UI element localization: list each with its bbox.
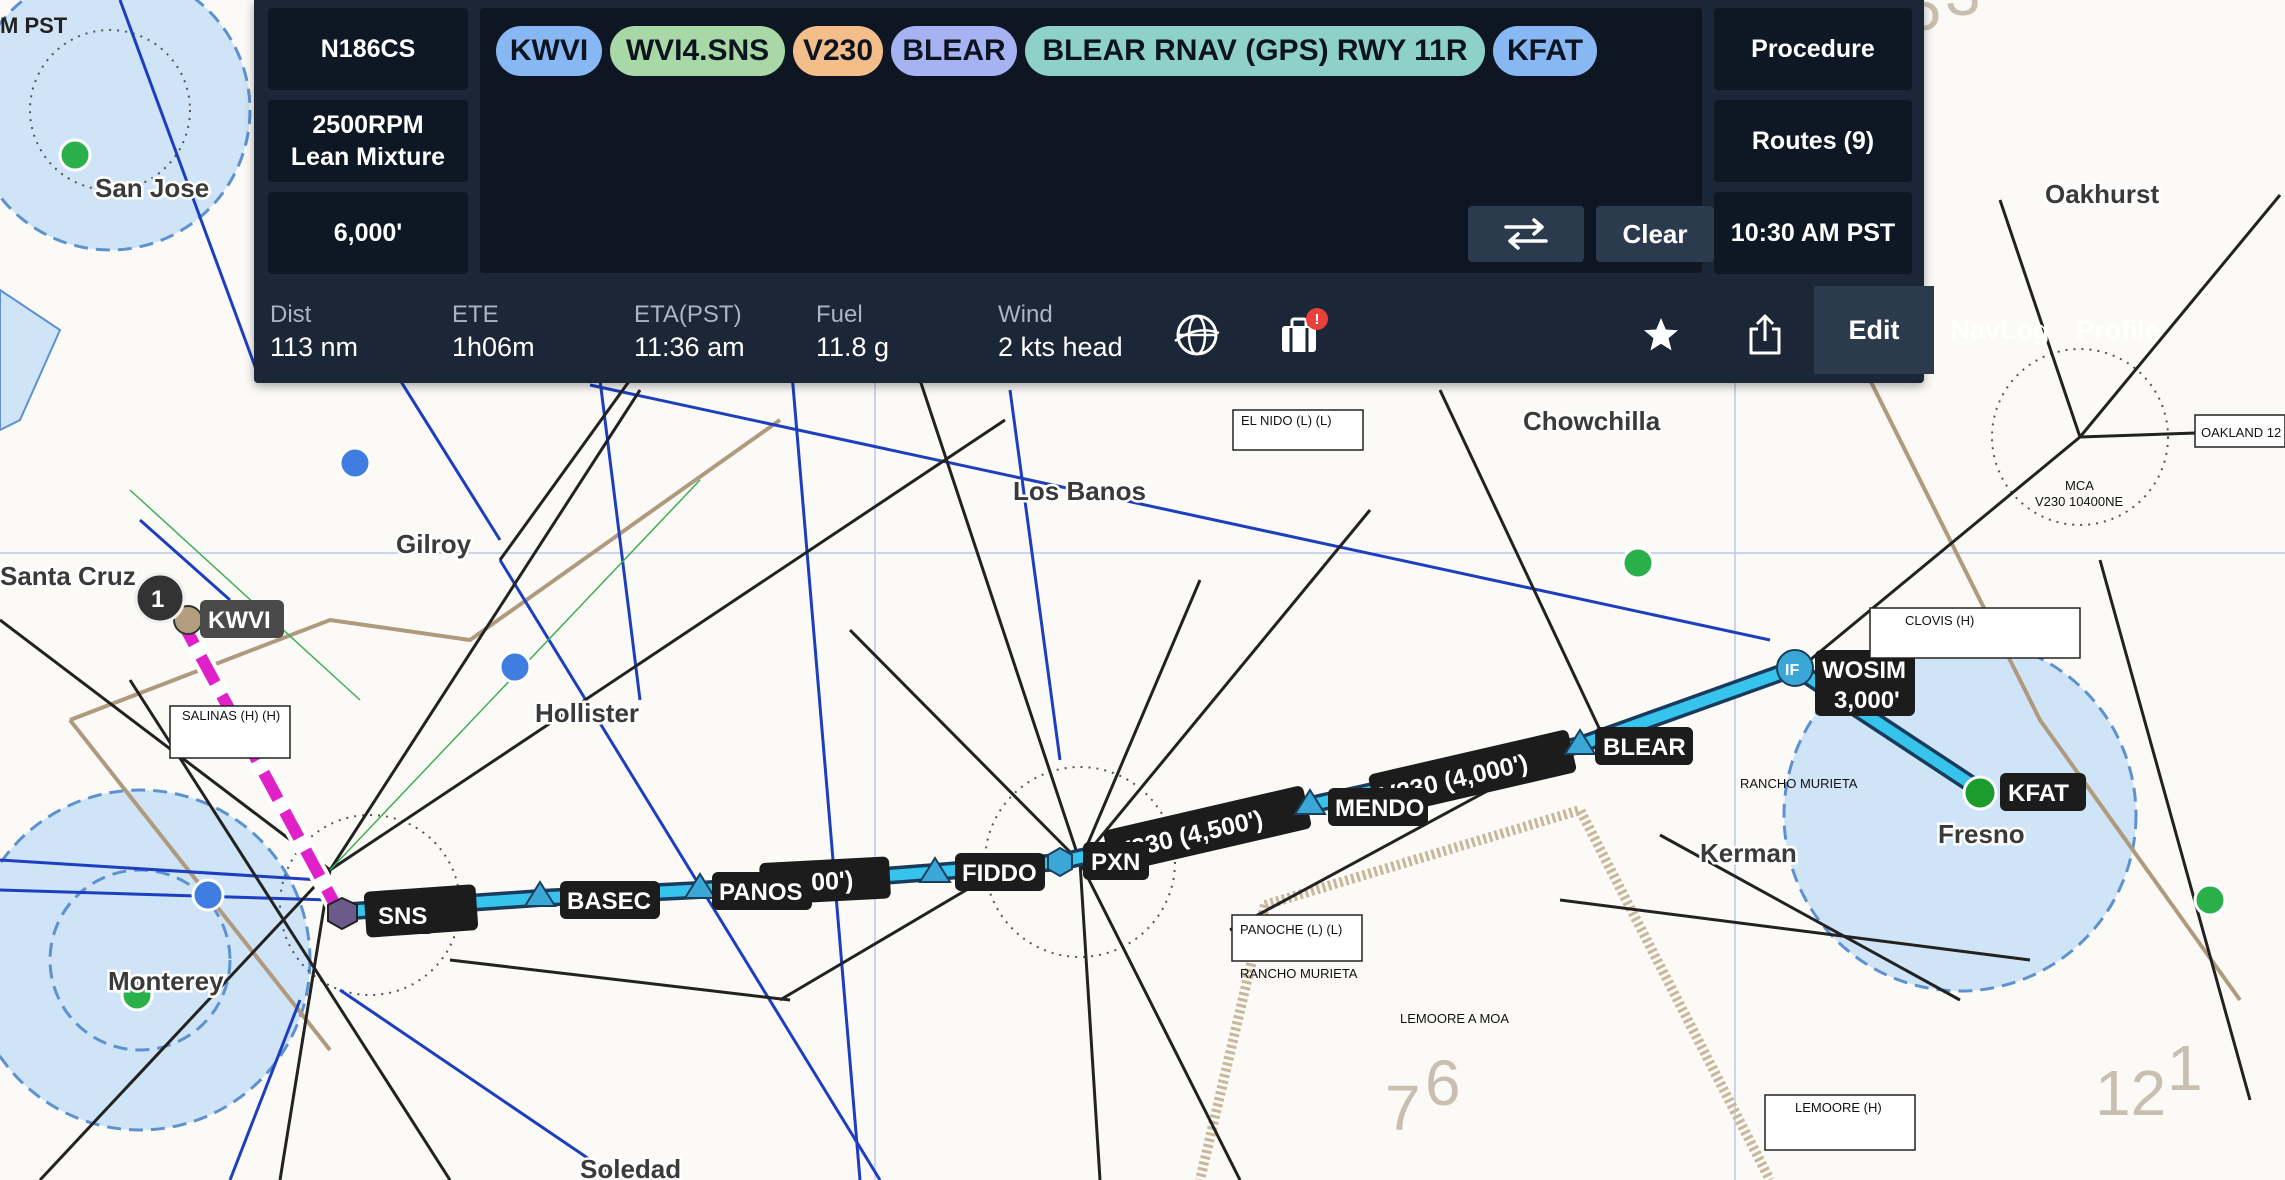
grid-number: 6 <box>1425 1047 1461 1119</box>
fix-label-kwvi: KWVI <box>208 607 271 634</box>
route-chip-airway[interactable]: V230 <box>793 26 883 76</box>
waypoint-number: 1 <box>151 586 164 613</box>
stat-value: 1h06m <box>452 332 535 362</box>
chart-label: OAKLAND 12 <box>2201 425 2281 440</box>
fix-label-wosim: WOSIM <box>1822 657 1906 684</box>
route-chip-approach[interactable]: BLEAR RNAV (GPS) RWY 11R <box>1025 26 1485 76</box>
route-editor[interactable]: KWVI WVI4.SNS V230 BLEAR BLEAR RNAV (GPS… <box>480 8 1714 273</box>
star-icon[interactable] <box>1634 308 1688 362</box>
route-chip-departure[interactable]: KWVI <box>496 26 602 76</box>
route-chip-destination[interactable]: KFAT <box>1493 26 1597 76</box>
chart-label: V230 10400NE <box>2035 494 2124 509</box>
routes-label: Routes (9) <box>1751 127 1875 155</box>
fix-label-blear: BLEAR <box>1603 734 1686 761</box>
airport-name: Gilroy <box>396 529 472 559</box>
aircraft-tail: N186CS <box>320 35 416 63</box>
fix-label-basec: BASEC <box>567 888 651 915</box>
chart-label: RANCHO MURIETA <box>1740 776 1858 791</box>
stat-value: 11.8 g <box>816 332 890 362</box>
reverse-icon <box>1504 218 1548 250</box>
svg-text:IF: IF <box>1785 662 1799 679</box>
stat-value: 11:36 am <box>634 332 745 362</box>
wind-stat: Wind 2 kts head <box>998 300 1123 364</box>
airport-name: Soledad <box>580 1154 681 1180</box>
grid-number: 3 <box>1945 0 1981 29</box>
globe-icon[interactable] <box>1170 308 1224 362</box>
chart-label: EL NIDO (L) (L) <box>1241 413 1332 428</box>
flight-plan-panel: N186CS 2500RPM Lean Mixture 6,000' KWVI … <box>254 0 2160 383</box>
share-icon[interactable] <box>1738 308 1792 362</box>
fix-label-sns: SNS <box>378 903 427 930</box>
grid-number: 1 <box>2167 1032 2203 1104</box>
tab-navlog[interactable]: NavLog <box>1938 286 2062 374</box>
departure-time-button[interactable]: 10:30 AM PST <box>1714 192 1912 274</box>
airport-name: Santa Cruz <box>0 561 136 591</box>
corner-time: M PST <box>0 13 68 38</box>
eta-stat: ETA(PST) 11:36 am <box>634 300 745 364</box>
tab-edit[interactable]: Edit <box>1814 286 1934 374</box>
stat-value: 113 nm <box>270 332 359 362</box>
cruise-altitude: 6,000' <box>333 219 403 247</box>
flight-bag-icon[interactable]: ! <box>1274 308 1328 362</box>
grid-number: 12 <box>2095 1057 2166 1129</box>
chart-label: CLOVIS (H) <box>1905 613 1974 628</box>
airport-name: Monterey <box>108 966 224 996</box>
airport-name: Chowchilla <box>1523 406 1661 436</box>
airport-name: Los Banos <box>1013 476 1146 506</box>
route-chip-fix[interactable]: BLEAR <box>891 26 1017 76</box>
fix-label-fiddo: FIDDO <box>962 860 1037 887</box>
distance-stat: Dist 113 nm <box>270 300 358 364</box>
departure-time: 10:30 AM PST <box>1730 219 1896 247</box>
stat-value: 2 kts head <box>998 332 1123 362</box>
power-rpm: 2500RPM <box>312 111 424 139</box>
reverse-route-button[interactable] <box>1468 206 1584 262</box>
stat-label: ETE <box>452 301 499 328</box>
chart-label: LEMOORE (H) <box>1795 1100 1882 1115</box>
airport-name: San Jose <box>95 173 209 203</box>
notification-badge: ! <box>1306 308 1328 330</box>
airport-name: Oakhurst <box>2045 179 2159 209</box>
stat-label: ETA(PST) <box>634 301 742 328</box>
power-mixture: Lean Mixture <box>290 143 446 171</box>
airport-name: Fresno <box>1938 819 2025 849</box>
airport-name: Kerman <box>1700 838 1797 868</box>
tab-profile-label: Profile <box>2075 314 2161 345</box>
routes-button[interactable]: Routes (9) <box>1714 100 1912 182</box>
tab-edit-label: Edit <box>1848 314 1900 345</box>
altitude-button[interactable]: 6,000' <box>268 192 468 274</box>
chart-label: MCA <box>2065 478 2094 493</box>
stat-label: Dist <box>270 301 312 328</box>
aircraft-tail-button[interactable]: N186CS <box>268 8 468 90</box>
fix-label-mendo: MENDO <box>1335 795 1424 822</box>
procedure-label: Procedure <box>1751 35 1875 63</box>
fix-altitude-wosim: 3,000' <box>1834 687 1900 714</box>
chart-label: PANOCHE (L) (L) <box>1240 922 1342 937</box>
chart-label: RANCHO MURIETA <box>1240 966 1358 981</box>
route-chip-procedure[interactable]: WVI4.SNS <box>610 26 785 76</box>
airport-name: Hollister <box>535 698 639 728</box>
fix-label-kfat: KFAT <box>2008 780 2069 807</box>
chart-label: SALINAS (H) (H) <box>182 708 280 723</box>
fix-label-pxn: PXN <box>1091 849 1140 876</box>
power-setting-button[interactable]: 2500RPM Lean Mixture <box>268 100 468 182</box>
tab-navlog-label: NavLog <box>1950 314 2050 345</box>
stat-label: Wind <box>998 301 1053 328</box>
clear-label: Clear <box>1622 218 1688 249</box>
ete-stat: ETE 1h06m <box>452 300 535 364</box>
procedure-button[interactable]: Procedure <box>1714 8 1912 90</box>
fuel-stat: Fuel 11.8 g <box>816 300 889 364</box>
grid-number: 7 <box>1385 1072 1421 1144</box>
stat-label: Fuel <box>816 301 863 328</box>
clear-route-button[interactable]: Clear <box>1596 206 1714 262</box>
fix-label-panos: PANOS <box>719 879 803 906</box>
moa-label: LEMOORE A MOA <box>1400 1011 1509 1026</box>
tab-profile[interactable]: Profile <box>2062 286 2174 374</box>
